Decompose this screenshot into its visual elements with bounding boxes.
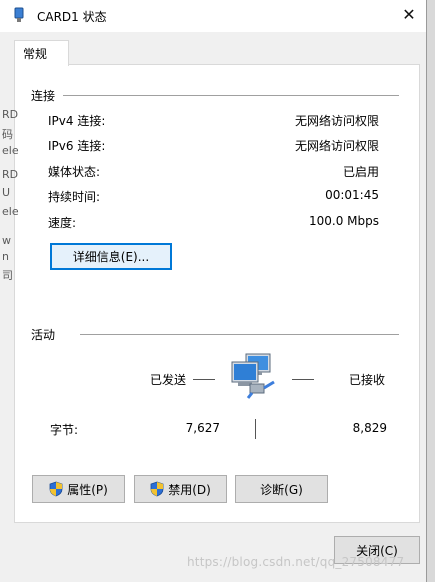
properties-label: 属性(P) xyxy=(67,482,108,497)
background-fragment: 司 xyxy=(2,269,13,282)
watermark-text: https://blog.csdn.net/qq_27508477 xyxy=(187,555,405,569)
ipv4-label: IPv4 连接: xyxy=(48,114,106,128)
section-activity-heading: 活动 xyxy=(31,328,56,342)
background-fragment: ele xyxy=(2,205,19,218)
status-dialog: CARD1 状态 ✕ 常规 连接 IPv4 连接: 无网络访问权限 IPv6 连… xyxy=(0,0,427,582)
ipv4-value: 无网络访问权限 xyxy=(294,114,379,128)
background-fragment: RD xyxy=(2,168,19,181)
disable-button[interactable]: 禁用(D) xyxy=(134,475,227,503)
title-bar: CARD1 状态 ✕ xyxy=(0,0,426,32)
disable-label: 禁用(D) xyxy=(168,482,211,497)
properties-button[interactable]: 属性(P) xyxy=(32,475,125,503)
background-fragment: ele xyxy=(2,144,19,157)
background-fragment: U xyxy=(2,186,11,199)
speed-label: 速度: xyxy=(48,216,77,230)
media-state-label: 媒体状态: xyxy=(48,165,101,179)
general-panel xyxy=(14,64,420,523)
received-line xyxy=(292,379,314,380)
ipv6-label: IPv6 连接: xyxy=(48,139,106,153)
window-title: CARD1 状态 xyxy=(37,10,107,24)
diagnose-button[interactable]: 诊断(G) xyxy=(235,475,328,503)
background-fragment: w xyxy=(2,234,11,247)
background-fragment: n xyxy=(2,250,9,263)
speed-value: 100.0 Mbps xyxy=(308,214,379,228)
tab-label: 常规 xyxy=(23,47,48,61)
shield-icon xyxy=(49,481,63,497)
background-fragment: RD xyxy=(2,108,19,121)
bytes-label: 字节: xyxy=(50,423,79,437)
background-fragment: 码 xyxy=(2,128,13,141)
network-adapter-icon xyxy=(14,7,24,22)
received-label: 已接收 xyxy=(349,373,386,387)
duration-value: 00:01:45 xyxy=(325,188,379,202)
background-window-strip xyxy=(427,0,435,582)
shield-icon xyxy=(150,481,164,497)
sent-line xyxy=(193,379,215,380)
section-divider xyxy=(80,334,399,335)
sent-label: 已发送 xyxy=(150,373,187,387)
bytes-sent-value: 7,627 xyxy=(185,421,220,435)
bytes-divider xyxy=(255,419,256,439)
tab-general[interactable]: 常规 xyxy=(14,40,69,66)
bytes-received-value: 8,829 xyxy=(352,421,387,435)
section-connection-heading: 连接 xyxy=(31,89,56,103)
duration-label: 持续时间: xyxy=(48,190,101,204)
network-computers-icon xyxy=(231,353,275,399)
section-divider xyxy=(63,95,399,96)
details-button[interactable]: 详细信息(E)... xyxy=(50,243,172,270)
close-icon[interactable]: ✕ xyxy=(392,0,426,32)
media-state-value: 已启用 xyxy=(342,165,379,179)
ipv6-value: 无网络访问权限 xyxy=(294,139,379,153)
